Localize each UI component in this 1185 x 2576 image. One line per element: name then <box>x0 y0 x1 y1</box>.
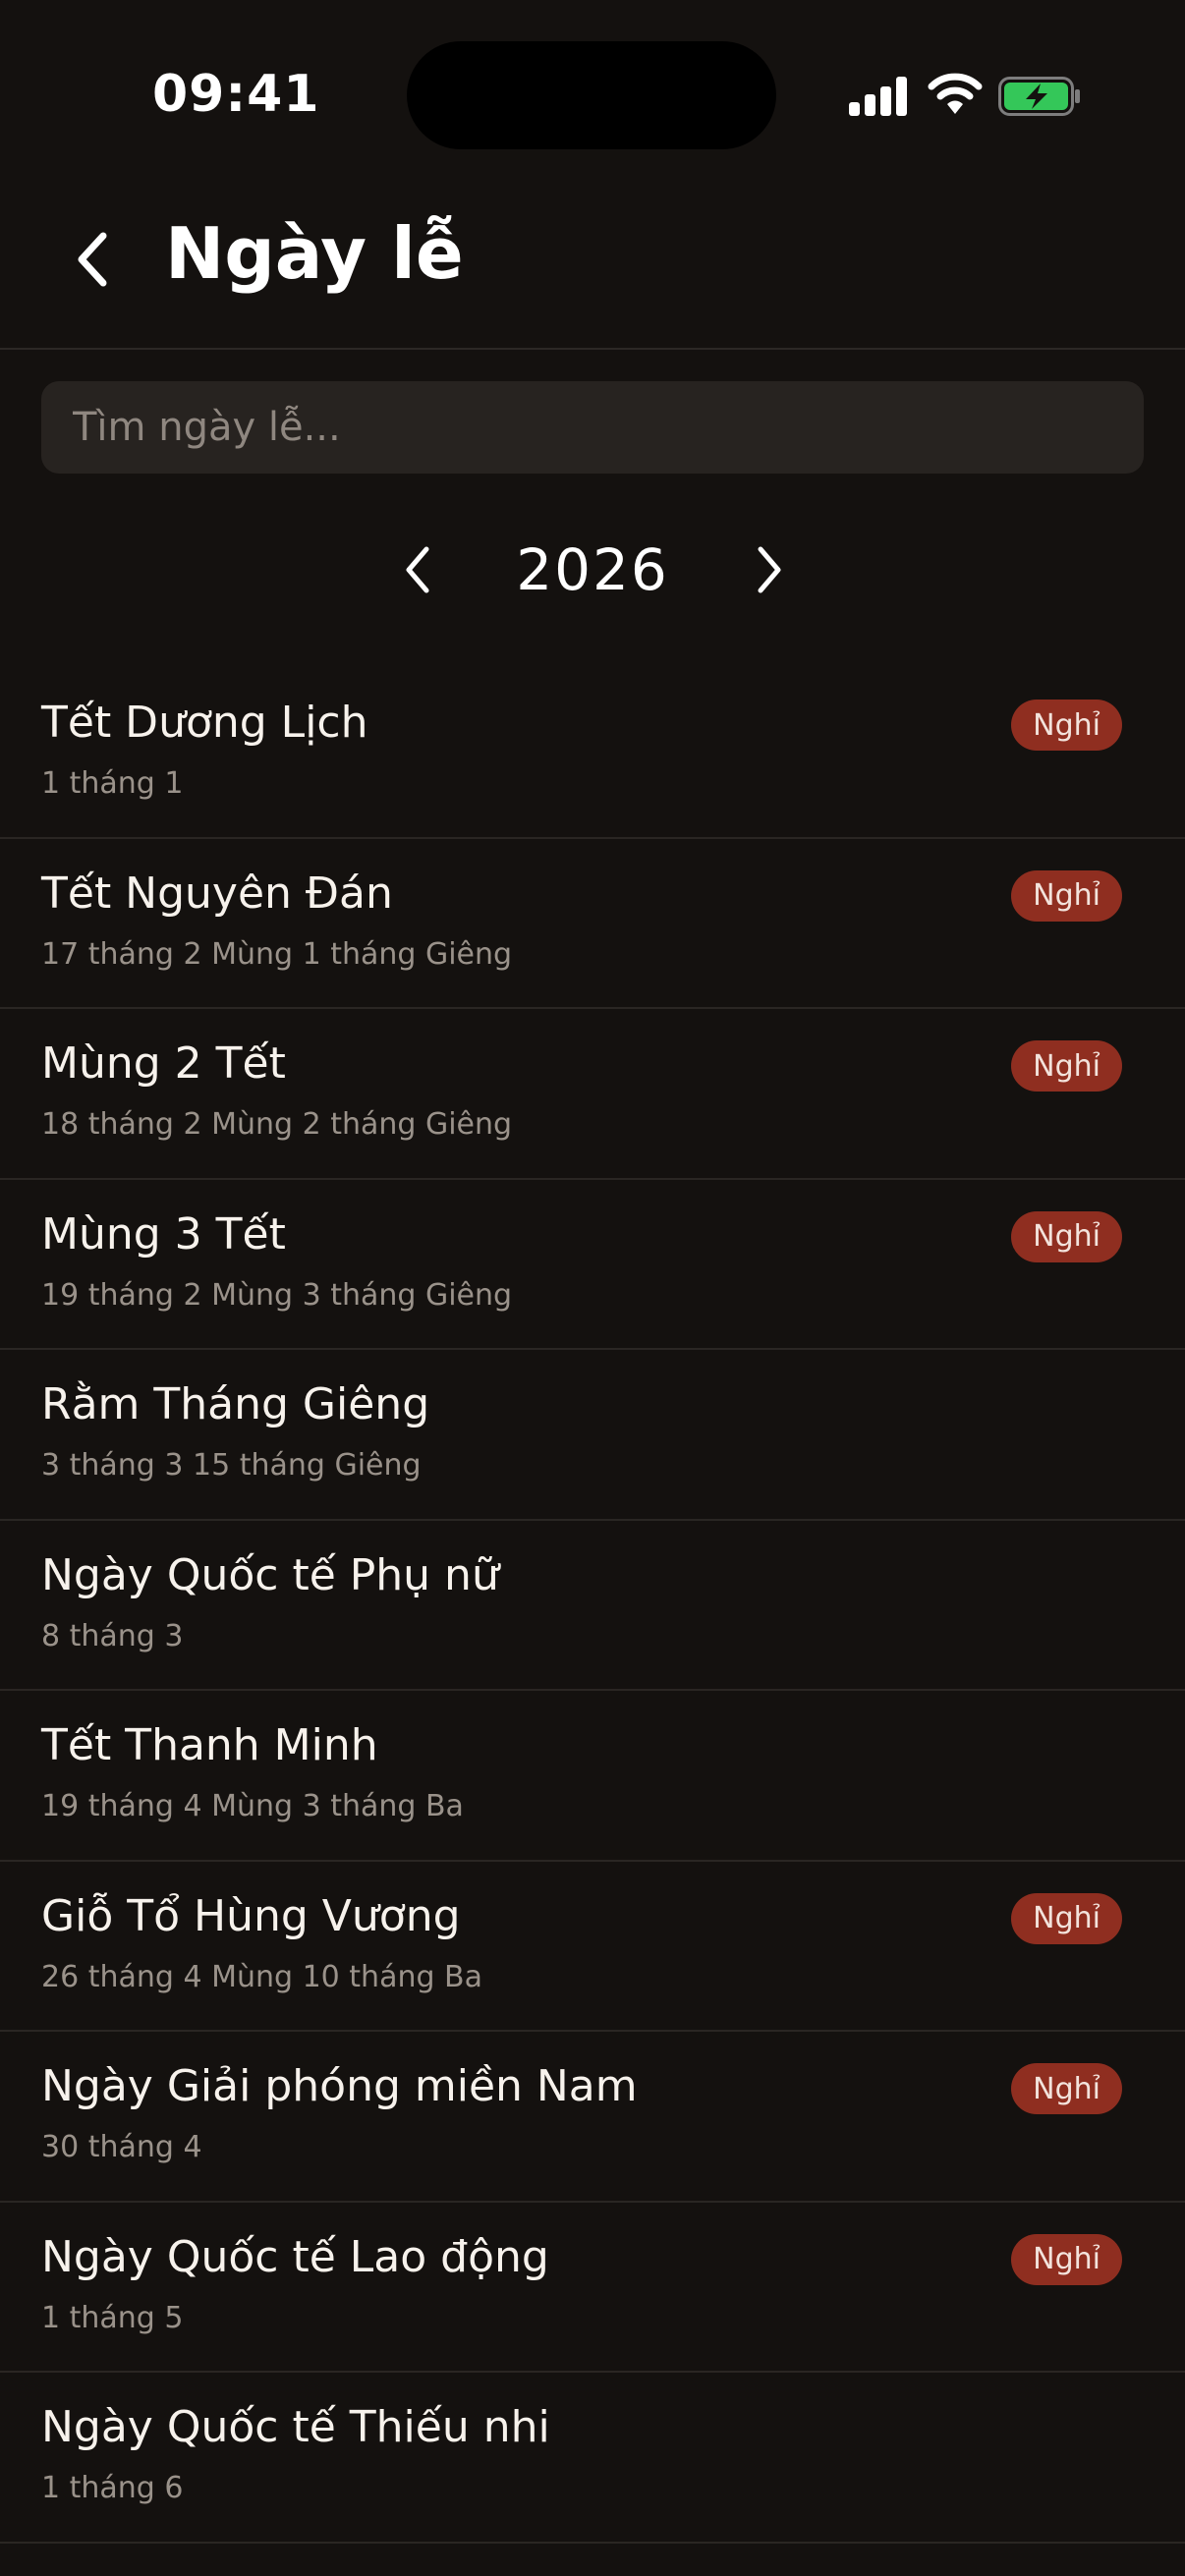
holiday-row[interactable]: Ngày Giải phóng miền Nam 30 tháng 4 Nghỉ <box>0 2032 1185 2203</box>
holiday-row[interactable]: Mùng 3 Tết 19 tháng 2 Mùng 3 tháng Giêng… <box>0 1180 1185 1350</box>
holiday-date: 30 tháng 4 <box>41 2130 202 2164</box>
battery-charging-icon <box>998 77 1080 116</box>
day-off-badge: Nghỉ <box>1011 1210 1122 1262</box>
signal-icon <box>849 77 908 116</box>
year-selector: 2026 <box>0 521 1185 619</box>
day-off-badge: Nghỉ <box>1011 700 1122 751</box>
holiday-date: 19 tháng 4 Mùng 3 tháng Ba <box>41 1789 464 1823</box>
holiday-row[interactable]: Giỗ Tổ Hùng Vương 26 tháng 4 Mùng 10 thá… <box>0 1862 1185 2032</box>
day-off-badge: Nghỉ <box>1011 1892 1122 1944</box>
holiday-name: Ngày Giải phóng miền Nam <box>41 2061 638 2111</box>
day-off-badge: Nghỉ <box>1011 2233 1122 2285</box>
holiday-name: Giỗ Tổ Hùng Vương <box>41 1890 461 1941</box>
wifi-icon <box>928 73 983 114</box>
holiday-name: Tết Dương Lịch <box>41 698 368 748</box>
holiday-name: Ngày Quốc tế Lao động <box>41 2231 549 2282</box>
holidays-screen: 09:41 Ngày lễ Tìm ngày lễ... 2026 Tết Dư… <box>0 0 1185 2576</box>
status-bar: 09:41 <box>0 0 1185 177</box>
day-off-badge: Nghỉ <box>1011 1040 1122 1092</box>
holiday-date: 3 tháng 3 15 tháng Giêng <box>41 1448 422 1483</box>
status-time: 09:41 <box>152 65 320 124</box>
holiday-date: 8 tháng 3 <box>41 1618 184 1653</box>
page-title: Ngày lễ <box>165 212 464 295</box>
holiday-row[interactable]: Mùng 2 Tết 18 tháng 2 Mùng 2 tháng Giêng… <box>0 1009 1185 1180</box>
holiday-date: 18 tháng 2 Mùng 2 tháng Giêng <box>41 1107 513 1142</box>
search-input[interactable] <box>41 381 1144 474</box>
holiday-name: Mùng 3 Tết <box>41 1208 286 1260</box>
holiday-date: 1 tháng 5 <box>41 2300 184 2335</box>
holiday-row[interactable]: Tết Dương Lịch 1 tháng 1 Nghỉ <box>0 668 1185 839</box>
holiday-name: Mùng 2 Tết <box>41 1038 286 1089</box>
holiday-date: 1 tháng 1 <box>41 766 184 801</box>
holiday-date: 26 tháng 4 Mùng 10 tháng Ba <box>41 1959 483 1994</box>
holiday-date: 19 tháng 2 Mùng 3 tháng Giêng <box>41 1277 513 1313</box>
next-year-button[interactable] <box>735 540 804 599</box>
nav-header: Ngày lễ <box>0 177 1185 350</box>
holiday-name: Tết Nguyên Đán <box>41 868 393 919</box>
holiday-row[interactable]: Tết Thanh Minh 19 tháng 4 Mùng 3 tháng B… <box>0 1691 1185 1862</box>
holiday-row[interactable]: Ngày Quốc tế Thiếu nhi 1 tháng 6 <box>0 2373 1185 2544</box>
search-field[interactable] <box>41 381 1144 474</box>
holiday-list: Tết Dương Lịch 1 tháng 1 Nghỉ Tết Nguyên… <box>0 668 1185 2544</box>
holiday-row[interactable]: Ngày Quốc tế Phụ nữ 8 tháng 3 <box>0 1521 1185 1691</box>
holiday-row[interactable]: Rằm Tháng Giêng 3 tháng 3 15 tháng Giêng <box>0 1350 1185 1521</box>
dynamic-island <box>407 41 776 149</box>
holiday-name: Ngày Quốc tế Phụ nữ <box>41 1549 499 1600</box>
day-off-badge: Nghỉ <box>1011 869 1122 922</box>
holiday-row[interactable]: Tết Nguyên Đán 17 tháng 2 Mùng 1 tháng G… <box>0 839 1185 1009</box>
back-button[interactable] <box>59 220 128 299</box>
holiday-row[interactable]: Ngày Quốc tế Lao động 1 tháng 5 Nghỉ <box>0 2203 1185 2373</box>
holiday-name: Rằm Tháng Giêng <box>41 1379 430 1429</box>
chevron-left-icon <box>78 232 107 287</box>
day-off-badge: Nghỉ <box>1011 2063 1122 2114</box>
holiday-name: Ngày Quốc tế Thiếu nhi <box>41 2402 550 2452</box>
year-label: 2026 <box>516 536 669 603</box>
chevron-right-icon <box>758 546 781 593</box>
holiday-date: 17 tháng 2 Mùng 1 tháng Giêng <box>41 936 513 972</box>
holiday-name: Tết Thanh Minh <box>41 1720 378 1770</box>
holiday-date: 1 tháng 6 <box>41 2471 184 2505</box>
